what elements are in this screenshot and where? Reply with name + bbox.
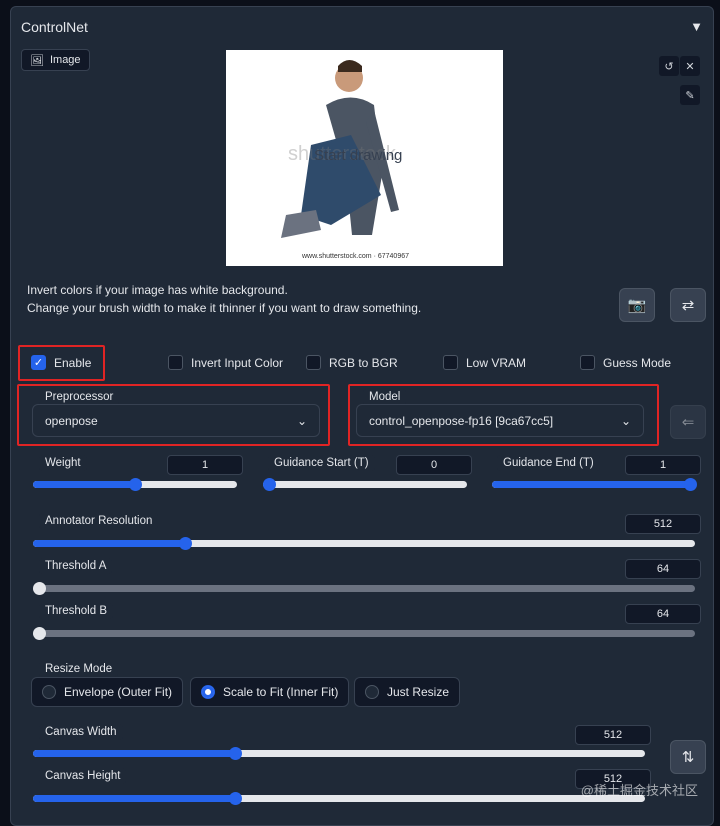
- guidance-start-slider[interactable]: [263, 478, 467, 491]
- chevron-down-icon: ⌄: [620, 413, 631, 428]
- guess-mode-checkbox[interactable]: Guess Mode: [580, 355, 671, 370]
- rgb-to-bgr-checkbox[interactable]: RGB to BGR: [306, 355, 398, 370]
- invert-input-color-checkbox[interactable]: Invert Input Color: [168, 355, 283, 370]
- slider-thumb[interactable]: [179, 537, 193, 550]
- image-tab[interactable]: 🖼 Image: [21, 49, 90, 71]
- annotator-resolution-input[interactable]: 512: [625, 514, 701, 534]
- collapse-icon[interactable]: ▼: [690, 19, 703, 34]
- guidance-end-slider[interactable]: [492, 478, 697, 491]
- corner-watermark: @稀土掘金技术社区: [580, 783, 698, 798]
- undo-button[interactable]: ↺: [659, 56, 679, 76]
- resize-mode-label: Resize Mode: [39, 661, 119, 677]
- chevron-down-icon: ⌄: [296, 413, 307, 428]
- canvas-width-label: Canvas Width: [39, 724, 123, 740]
- enable-checkbox[interactable]: ✓ Enable: [31, 355, 91, 370]
- radio-just-resize[interactable]: Just Resize: [354, 677, 461, 707]
- slider-thumb[interactable]: [33, 582, 46, 595]
- hint-text: Invert colors if your image has white ba…: [27, 283, 422, 315]
- brush-button[interactable]: ✎: [680, 85, 700, 105]
- preprocessor-dropdown[interactable]: openpose ⌄: [32, 404, 320, 437]
- close-button[interactable]: ✕: [680, 56, 700, 76]
- swap-icon: ⇄: [681, 297, 695, 314]
- camera-icon: 📷: [627, 297, 647, 314]
- canvas-width-slider[interactable]: [33, 747, 645, 760]
- threshold-a-input[interactable]: 64: [625, 559, 701, 579]
- slider-thumb[interactable]: [129, 478, 142, 491]
- guidance-start-input[interactable]: 0: [396, 455, 472, 475]
- weight-label: Weight: [39, 455, 87, 471]
- controlnet-panel: ControlNet ▼ 🖼 Image shutterstock Start d…: [10, 6, 714, 826]
- model-dropdown[interactable]: control_openpose-fp16 [9ca67cc5] ⌄: [356, 404, 644, 437]
- preprocessor-label: Preprocessor: [39, 389, 120, 405]
- swap-button[interactable]: ⇄: [670, 288, 706, 322]
- radio-envelope[interactable]: Envelope (Outer Fit): [31, 677, 184, 707]
- slider-thumb[interactable]: [228, 792, 242, 805]
- radio-scale-to-fit[interactable]: Scale to Fit (Inner Fit): [190, 677, 350, 707]
- slider-fill: [33, 750, 235, 757]
- guidance-end-input[interactable]: 1: [625, 455, 701, 475]
- slider-thumb[interactable]: [684, 478, 697, 491]
- guidance-start-label: Guidance Start (T): [268, 455, 375, 471]
- slider-fill: [33, 540, 186, 547]
- slider-thumb[interactable]: [228, 747, 242, 760]
- annotator-resolution-label: Annotator Resolution: [39, 513, 159, 529]
- image-canvas[interactable]: shutterstock Start drawing www.shutterst…: [226, 50, 503, 266]
- annotator-resolution-slider[interactable]: [33, 537, 695, 550]
- weight-input[interactable]: 1: [167, 455, 243, 475]
- threshold-b-slider[interactable]: [33, 627, 695, 640]
- threshold-a-slider[interactable]: [33, 582, 695, 595]
- model-label: Model: [363, 389, 407, 405]
- canvas-height-label: Canvas Height: [39, 768, 127, 784]
- swap-dimensions-button[interactable]: ⇅: [670, 740, 706, 774]
- weight-slider[interactable]: [33, 478, 237, 491]
- slider-thumb[interactable]: [263, 478, 276, 491]
- canvas-width-input[interactable]: 512: [575, 725, 651, 745]
- canvas-height-slider[interactable]: [33, 792, 645, 805]
- camera-button[interactable]: 📷: [619, 288, 655, 322]
- slider-thumb[interactable]: [33, 627, 46, 640]
- slider-fill: [492, 481, 696, 488]
- panel-title: ControlNet: [21, 19, 88, 35]
- slider-fill: [33, 795, 235, 802]
- watermark-url: www.shutterstock.com · 67740967: [302, 253, 409, 260]
- threshold-b-label: Threshold B: [39, 603, 114, 619]
- threshold-b-input[interactable]: 64: [625, 604, 701, 624]
- threshold-a-label: Threshold A: [39, 558, 113, 574]
- guidance-end-label: Guidance End (T): [497, 455, 600, 471]
- start-drawing-overlay: Start drawing: [314, 147, 403, 164]
- slider-fill: [33, 481, 135, 488]
- image-icon: 🖼: [30, 54, 44, 67]
- low-vram-checkbox[interactable]: Low VRAM: [443, 355, 526, 370]
- send-dimensions-button[interactable]: ⇐: [670, 405, 706, 439]
